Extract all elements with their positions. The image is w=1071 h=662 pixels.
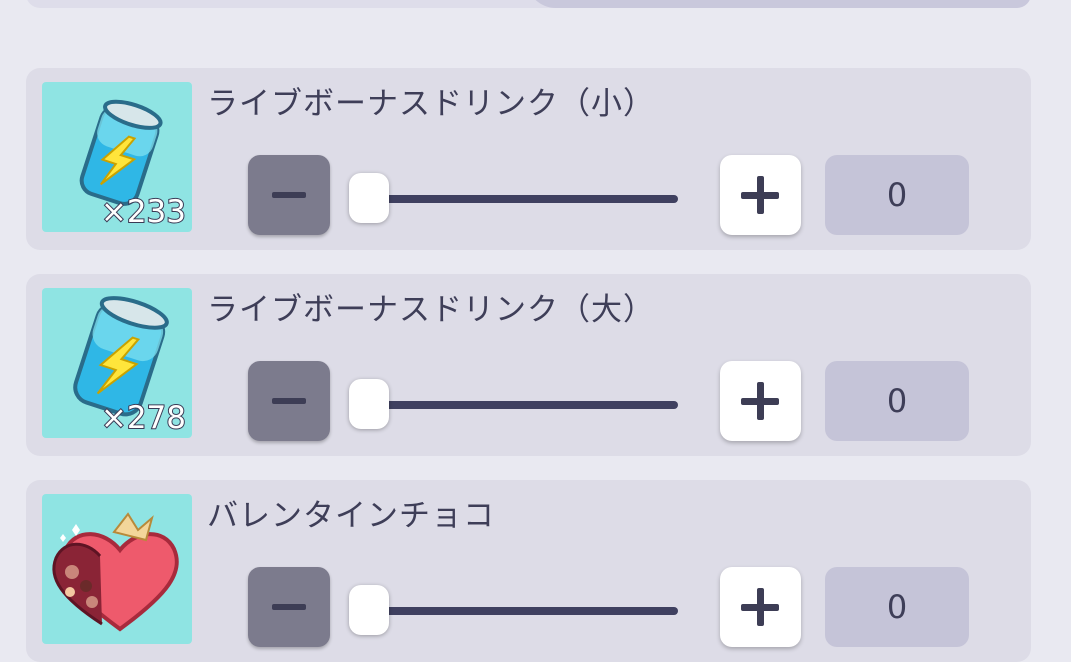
increase-button[interactable] bbox=[720, 567, 801, 647]
item-name: ライブボーナスドリンク（小） bbox=[207, 86, 655, 122]
item-card-drink-small: ×233 ライブボーナスドリンク（小） 0 bbox=[26, 68, 1031, 250]
heart-chocolate-box-icon bbox=[52, 512, 179, 632]
plus-icon-stem bbox=[757, 382, 764, 420]
item-count: ×278 bbox=[100, 399, 187, 437]
quantity-value[interactable]: 0 bbox=[825, 567, 969, 647]
minus-icon bbox=[272, 192, 306, 198]
plus-icon-stem bbox=[757, 588, 764, 626]
increase-button[interactable] bbox=[720, 155, 801, 235]
quantity-value[interactable]: 0 bbox=[825, 361, 969, 441]
item-icon-tile: ×278 bbox=[42, 288, 192, 438]
increase-button[interactable] bbox=[720, 361, 801, 441]
item-name: バレンタインチョコ bbox=[207, 498, 495, 534]
minus-icon bbox=[272, 398, 306, 404]
item-name: ライブボーナスドリンク（大） bbox=[207, 292, 655, 328]
item-card-drink-large: ×278 ライブボーナスドリンク（大） 0 bbox=[26, 274, 1031, 456]
quantity-slider-handle[interactable] bbox=[349, 379, 389, 429]
item-icon-tile bbox=[42, 494, 192, 644]
quantity-slider-track[interactable] bbox=[368, 195, 678, 203]
quantity-slider-handle[interactable] bbox=[349, 173, 389, 223]
item-icon-tile: ×233 bbox=[42, 82, 192, 232]
item-card-valentine-chocolate: バレンタインチョコ 0 bbox=[26, 480, 1031, 662]
plus-icon-stem bbox=[757, 176, 764, 214]
quantity-value[interactable]: 0 bbox=[825, 155, 969, 235]
item-count: ×233 bbox=[100, 193, 187, 231]
decrease-button[interactable] bbox=[248, 361, 330, 441]
quantity-slider-handle[interactable] bbox=[349, 585, 389, 635]
decrease-button[interactable] bbox=[248, 567, 330, 647]
decrease-button[interactable] bbox=[248, 155, 330, 235]
top-panel bbox=[26, 0, 1031, 8]
quantity-slider-track[interactable] bbox=[368, 607, 678, 615]
minus-icon bbox=[272, 604, 306, 610]
quantity-slider-track[interactable] bbox=[368, 401, 678, 409]
top-panel-tab bbox=[526, 0, 1031, 8]
